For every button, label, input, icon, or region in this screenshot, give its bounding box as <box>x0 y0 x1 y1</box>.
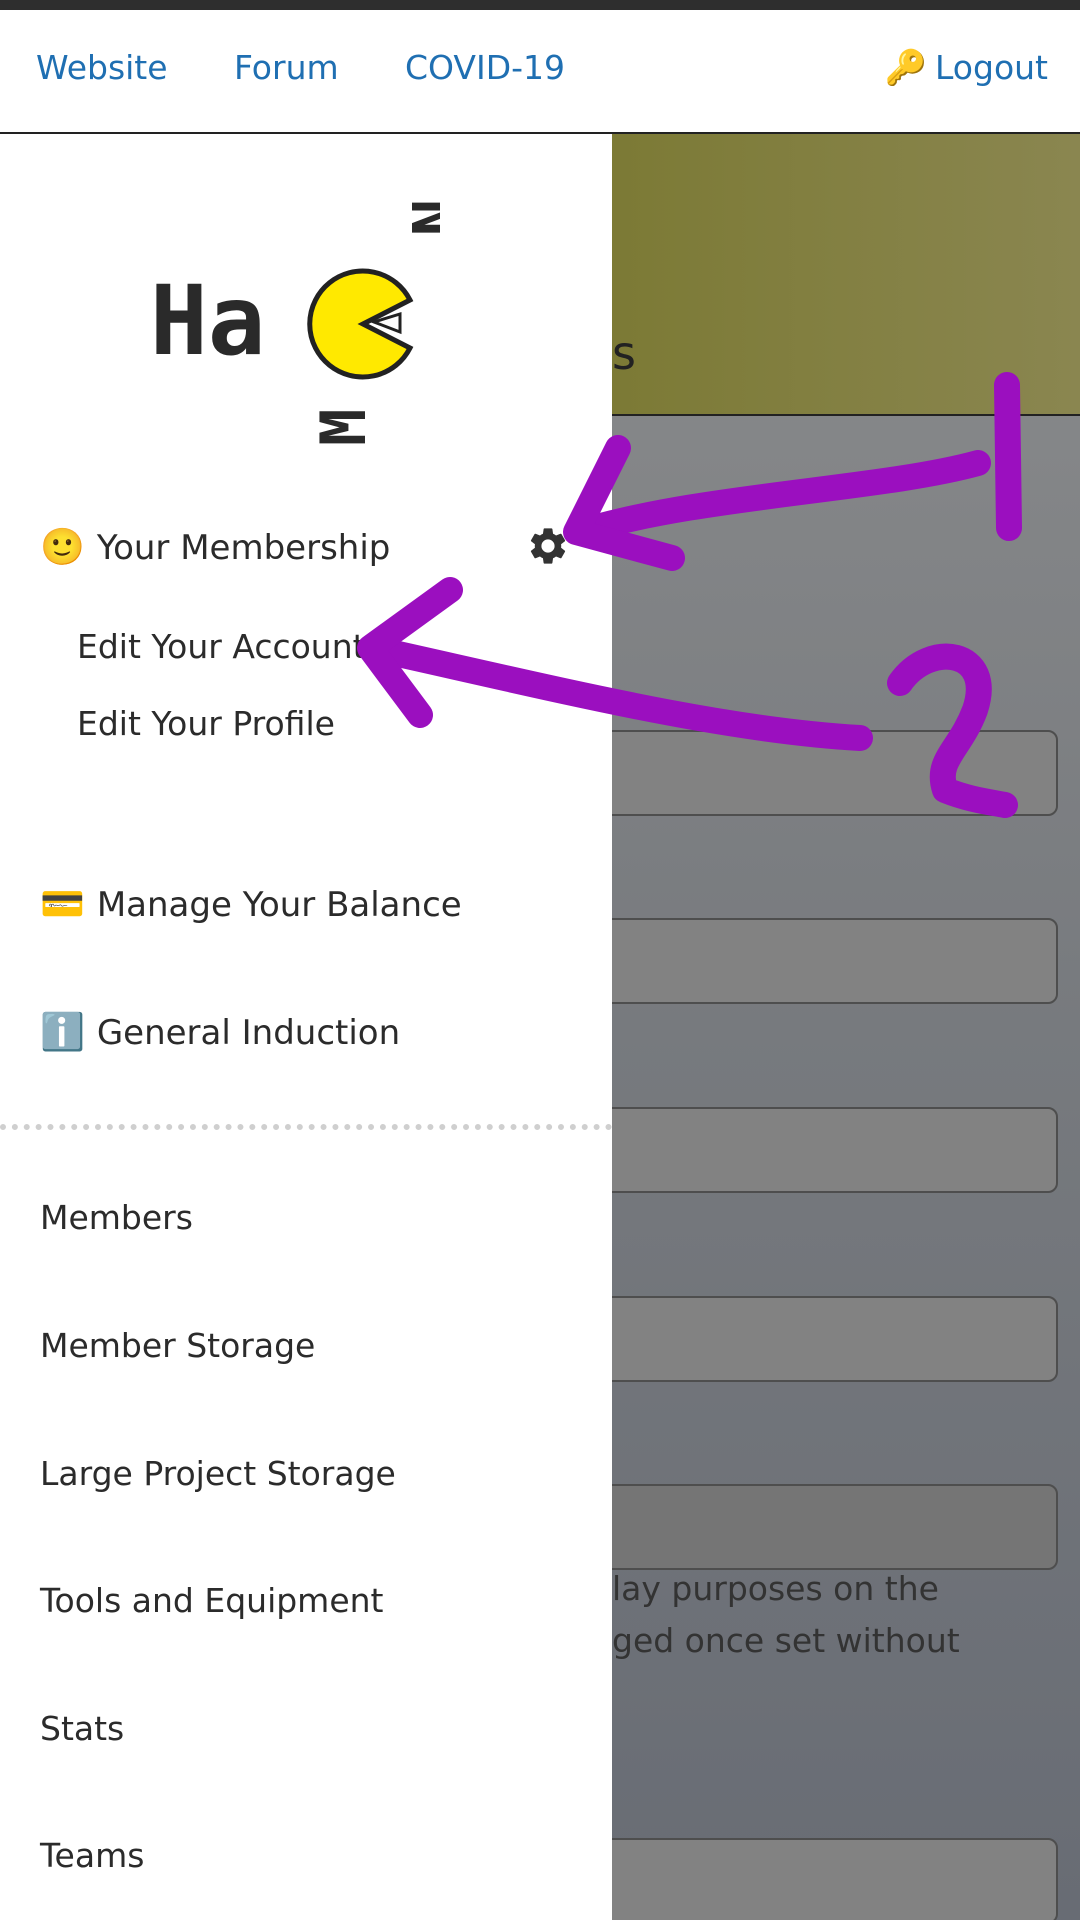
sidebar-item-large-project-storage[interactable]: Large Project Storage <box>40 1454 396 1493</box>
submenu-edit-profile[interactable]: Edit Your Profile <box>77 704 335 743</box>
nav-link-forum[interactable]: Forum <box>234 48 339 87</box>
sidebar-item-member-storage[interactable]: Member Storage <box>40 1326 315 1365</box>
sidebar-item-members[interactable]: Members <box>40 1198 193 1237</box>
logo-letter-m: M <box>307 409 380 446</box>
sidebar-drawer: Ha N M 🙂 Your Membership Edit Your Accoun… <box>0 134 612 1920</box>
help-text-line: lay purposes on the <box>612 1569 939 1608</box>
form-field <box>612 1107 1058 1193</box>
sidebar-item-tools-equipment[interactable]: Tools and Equipment <box>40 1581 384 1620</box>
logout-label: Logout <box>935 48 1048 87</box>
status-bar <box>0 0 1080 10</box>
background-page-overlay[interactable]: s lay purposes on the ged once set witho… <box>612 134 1080 1920</box>
form-field <box>612 1484 1058 1570</box>
banner-title-fragment: s <box>612 326 636 380</box>
menu-label: General Induction <box>96 1013 401 1053</box>
key-icon: 🔑 <box>884 48 927 88</box>
menu-divider <box>0 1124 612 1130</box>
form-field <box>612 1296 1058 1382</box>
info-icon: ℹ️ <box>40 1012 85 1053</box>
menu-label: Your Membership <box>96 528 391 568</box>
nav-link-covid[interactable]: COVID-19 <box>405 48 565 87</box>
menu-label: Manage Your Balance <box>96 885 462 925</box>
menu-your-membership[interactable]: 🙂 Your Membership <box>40 526 390 568</box>
form-field <box>612 730 1058 816</box>
form-field <box>612 1838 1058 1920</box>
page-banner <box>612 134 1080 416</box>
help-text-line: ged once set without <box>612 1621 960 1660</box>
logo-letter-n: N <box>397 199 440 236</box>
credit-card-icon: 💳 <box>40 884 85 925</box>
sidebar-item-teams[interactable]: Teams <box>40 1836 144 1875</box>
nav-link-website[interactable]: Website <box>36 48 168 87</box>
top-navigation: Website Forum COVID-19 🔑 Logout <box>0 10 1080 134</box>
form-field <box>612 918 1058 1004</box>
smiley-icon: 🙂 <box>40 527 85 568</box>
submenu-edit-account[interactable]: Edit Your Account <box>77 627 366 666</box>
hackspace-logo: Ha N M <box>150 199 440 446</box>
sidebar-item-stats[interactable]: Stats <box>40 1709 124 1748</box>
logo-text: Ha <box>150 265 266 377</box>
menu-general-induction[interactable]: ℹ️ General Induction <box>40 1011 400 1053</box>
menu-manage-balance[interactable]: 💳 Manage Your Balance <box>40 883 462 925</box>
gear-icon[interactable] <box>526 524 570 568</box>
logout-link[interactable]: 🔑 Logout <box>885 48 1048 88</box>
